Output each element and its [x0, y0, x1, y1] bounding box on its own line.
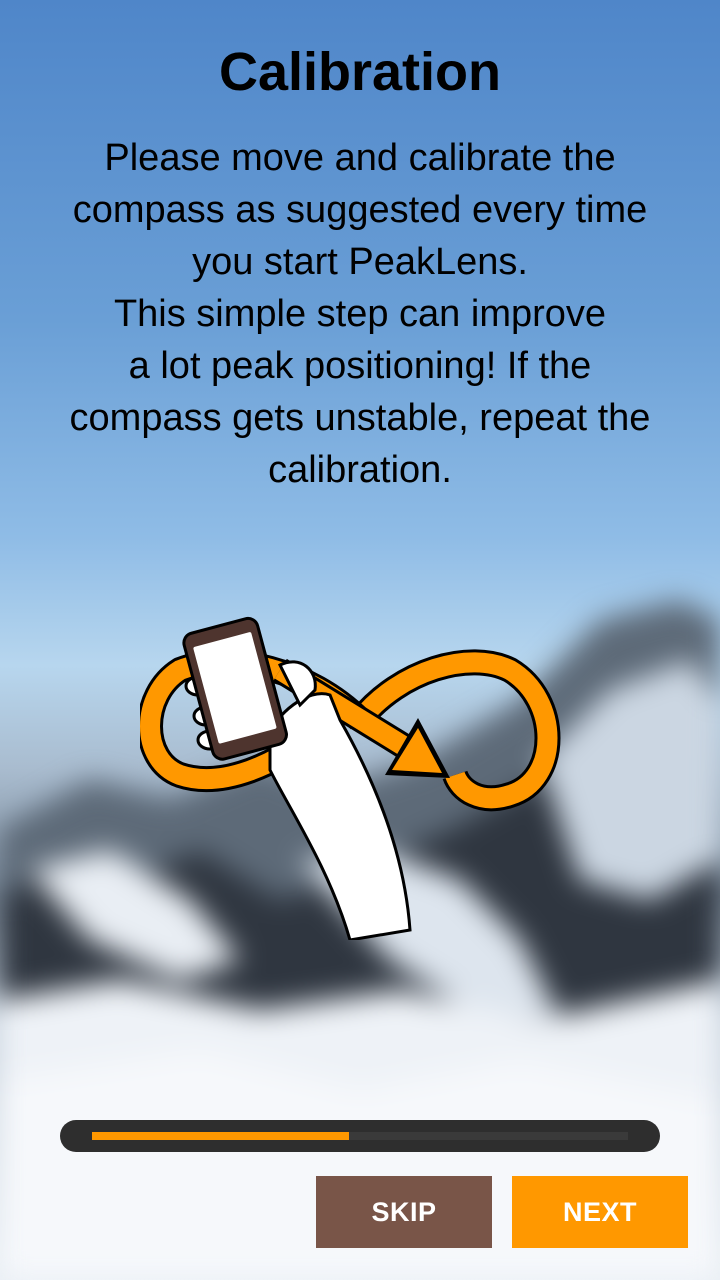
page-title: Calibration [218, 42, 502, 102]
progress-fill [92, 1132, 350, 1140]
instruction-line: you start PeakLens. [192, 241, 528, 283]
instruction-line: compass as suggested every time [72, 189, 648, 231]
instruction-line: a lot peak positioning! If the [128, 345, 592, 387]
phone-figure-eight-calibration-icon [137, 610, 580, 942]
skip-button[interactable]: SKIP [316, 1176, 492, 1248]
progress-track [92, 1132, 628, 1140]
instruction-line: Please move and calibrate the [104, 137, 616, 179]
calibration-instructions: Please move and calibrate the compass as… [10, 132, 710, 496]
calibration-progress-bar [60, 1120, 660, 1152]
instruction-line: This simple step can improve [113, 293, 607, 335]
instruction-line: compass gets unstable, repeat the [69, 397, 651, 439]
next-button[interactable]: NEXT [512, 1176, 688, 1248]
instruction-line: calibration. [268, 449, 452, 491]
